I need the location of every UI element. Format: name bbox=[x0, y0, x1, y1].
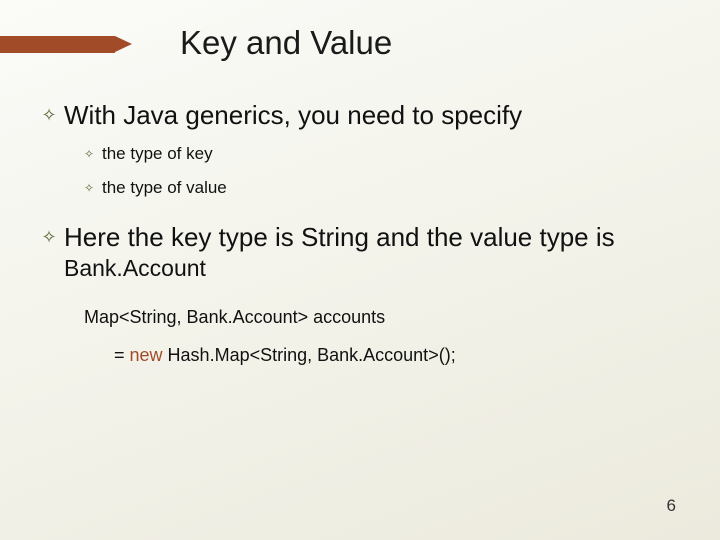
accent-arrow-bar bbox=[0, 36, 115, 53]
code-line: = new Hash.Map<String, Bank.Account>(); bbox=[114, 343, 690, 367]
code-line: Map<String, Bank.Account> accounts bbox=[84, 305, 690, 329]
diamond-bullet-icon: ✧ bbox=[40, 222, 58, 252]
inline-code: Bank.Account bbox=[64, 255, 206, 281]
diamond-bullet-icon: ✧ bbox=[82, 144, 96, 164]
code-block: Map<String, Bank.Account> accounts = new… bbox=[84, 305, 690, 367]
bullet-level2: ✧ the type of key bbox=[82, 144, 690, 164]
text-run: Here the key type is String and the valu… bbox=[64, 222, 615, 252]
bullet-level2: ✧ the type of value bbox=[82, 178, 690, 198]
diamond-bullet-icon: ✧ bbox=[82, 178, 96, 198]
page-number: 6 bbox=[667, 496, 676, 516]
text-run: = bbox=[114, 345, 130, 365]
keyword-new: new bbox=[130, 345, 163, 365]
slide-title: Key and Value bbox=[180, 24, 392, 62]
diamond-bullet-icon: ✧ bbox=[40, 100, 58, 130]
text-run: Hash.Map<String, Bank.Account>(); bbox=[163, 345, 456, 365]
bullet-text: With Java generics, you need to specify bbox=[64, 100, 522, 130]
bullet-level1: ✧ Here the key type is String and the va… bbox=[40, 222, 690, 283]
bullet-level1: ✧ With Java generics, you need to specif… bbox=[40, 100, 690, 130]
bullet-text: the type of key bbox=[102, 144, 213, 164]
bullet-text: Here the key type is String and the valu… bbox=[64, 222, 690, 283]
slide: Key and Value ✧ With Java generics, you … bbox=[0, 0, 720, 540]
slide-content: ✧ With Java generics, you need to specif… bbox=[40, 100, 690, 367]
bullet-text: the type of value bbox=[102, 178, 227, 198]
